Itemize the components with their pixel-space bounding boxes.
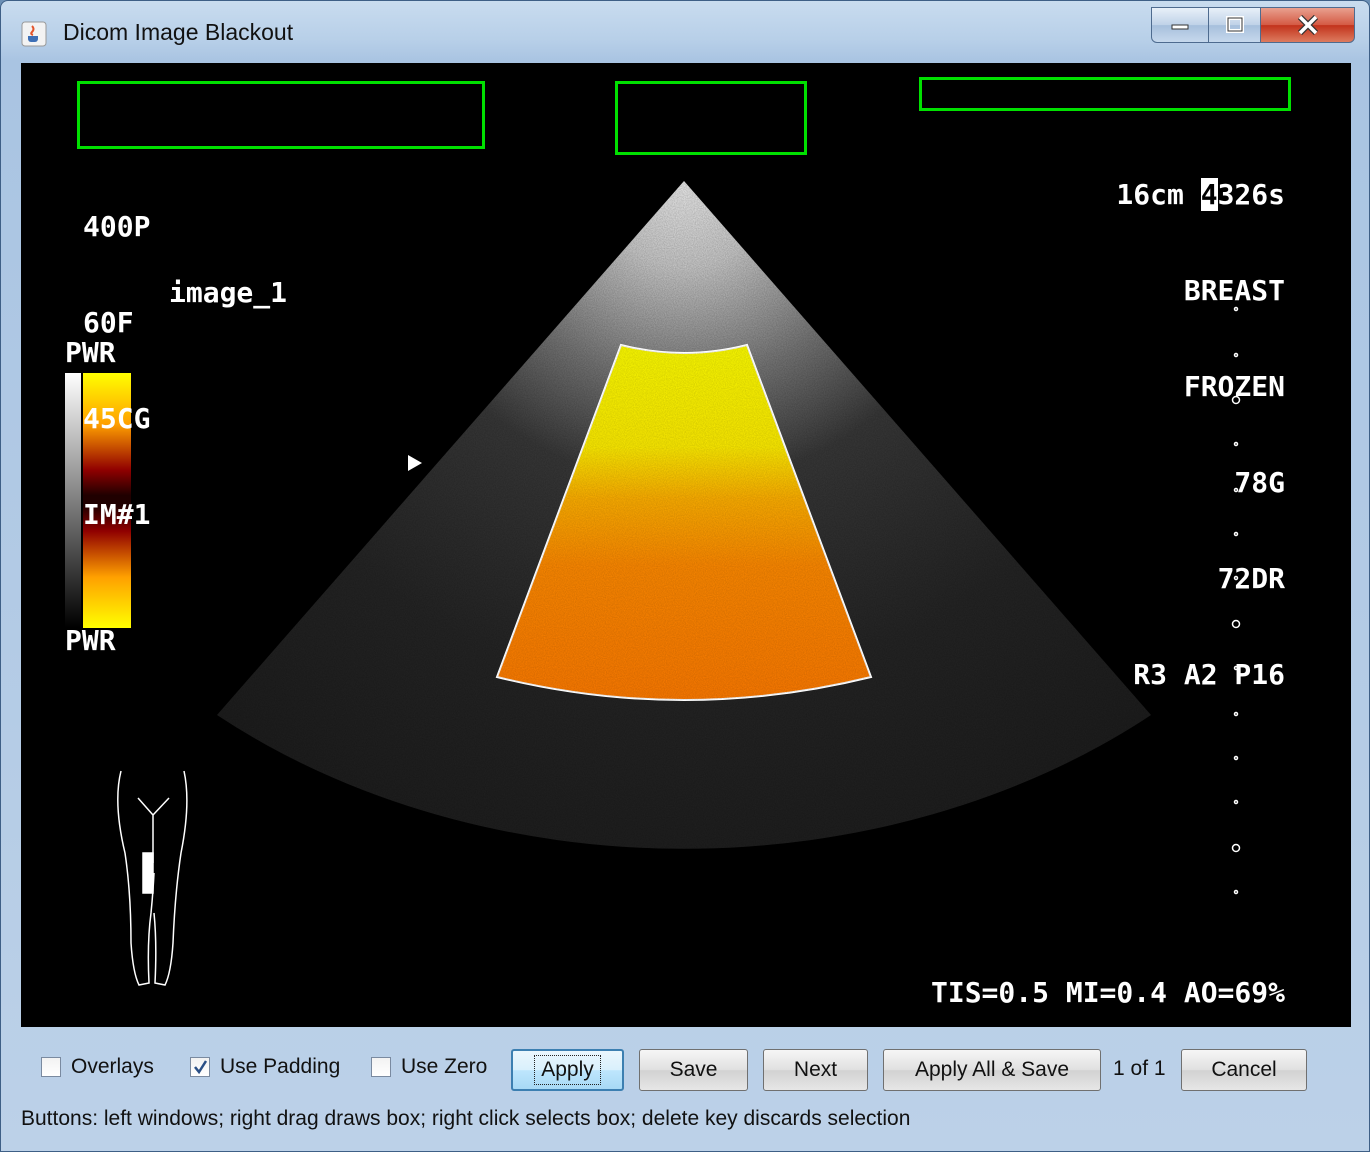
dicom-image-canvas[interactable]: 400P 60F 45CG IM#1 image_1 16cm 4326s BR… <box>21 63 1351 1027</box>
app-window: Dicom Image Blackout 400P 60F 45CG IM#1 … <box>0 0 1370 1152</box>
annotation-line: 60F <box>83 306 134 339</box>
java-cup-icon <box>21 21 47 47</box>
grayscale-bar <box>65 373 81 628</box>
annotation-line: BREAST <box>1183 274 1285 307</box>
colorbar-bottom-label: PWR <box>65 624 116 657</box>
apply-button[interactable]: Apply <box>511 1049 624 1091</box>
annotation-line: 45CG <box>83 402 151 435</box>
colorbar-top-label: PWR <box>65 336 116 369</box>
overlays-label: Overlays <box>71 1055 154 1078</box>
acoustic-output-readout: TIS=0.5 MI=0.4 AO=69% <box>930 976 1285 1009</box>
maximize-icon <box>1225 16 1244 33</box>
use-zero-checkbox[interactable]: Use Zero <box>371 1055 487 1079</box>
annotation-line: R3 A2 P16 <box>1133 658 1285 691</box>
focus-marker-icon <box>408 455 422 471</box>
use-padding-checkbox[interactable]: Use Padding <box>190 1055 340 1079</box>
checkbox-box[interactable] <box>190 1057 210 1077</box>
annotation-line: 16cm 4326s <box>1116 178 1285 211</box>
text-cursor: 4 <box>1200 178 1218 211</box>
body-marker-icon <box>117 770 188 986</box>
apply-all-save-button[interactable]: Apply All & Save <box>883 1049 1101 1091</box>
blackout-box[interactable] <box>77 81 485 149</box>
use-padding-label: Use Padding <box>220 1055 341 1078</box>
close-button[interactable] <box>1261 7 1355 43</box>
checkmark-icon <box>194 1060 208 1075</box>
annotation-line: IM#1 <box>83 498 151 531</box>
annotation-line: 72DR <box>1217 562 1285 595</box>
status-bar: Buttons: left windows; right drag draws … <box>21 1107 911 1130</box>
close-icon <box>1297 15 1318 35</box>
use-zero-label: Use Zero <box>401 1055 488 1078</box>
cancel-button[interactable]: Cancel <box>1181 1049 1307 1091</box>
maximize-button[interactable] <box>1209 7 1261 43</box>
minimize-icon <box>1171 24 1189 30</box>
window-title: Dicom Image Blackout <box>63 19 294 45</box>
top-right-annotations: 16cm 4326s BREAST FROZEN 78G 72DR R3 A2 … <box>1116 115 1285 755</box>
image-name: image_1 <box>169 276 288 309</box>
page-counter: 1 of 1 <box>1113 1057 1166 1080</box>
title-bar[interactable]: Dicom Image Blackout <box>1 1 1369 63</box>
overlays-checkbox[interactable]: Overlays <box>41 1055 154 1079</box>
checkbox-box[interactable] <box>41 1057 61 1077</box>
annotation-line: 78G <box>1234 466 1285 499</box>
checkbox-box[interactable] <box>371 1057 391 1077</box>
blackout-box[interactable] <box>919 77 1291 111</box>
minimize-button[interactable] <box>1151 7 1209 43</box>
next-button[interactable]: Next <box>763 1049 868 1091</box>
blackout-box[interactable] <box>615 81 807 155</box>
top-left-annotations: 400P 60F 45CG IM#1 <box>83 147 184 595</box>
annotation-line: 400P <box>83 210 151 243</box>
save-button[interactable]: Save <box>639 1049 748 1091</box>
annotation-line: FROZEN <box>1183 370 1285 403</box>
